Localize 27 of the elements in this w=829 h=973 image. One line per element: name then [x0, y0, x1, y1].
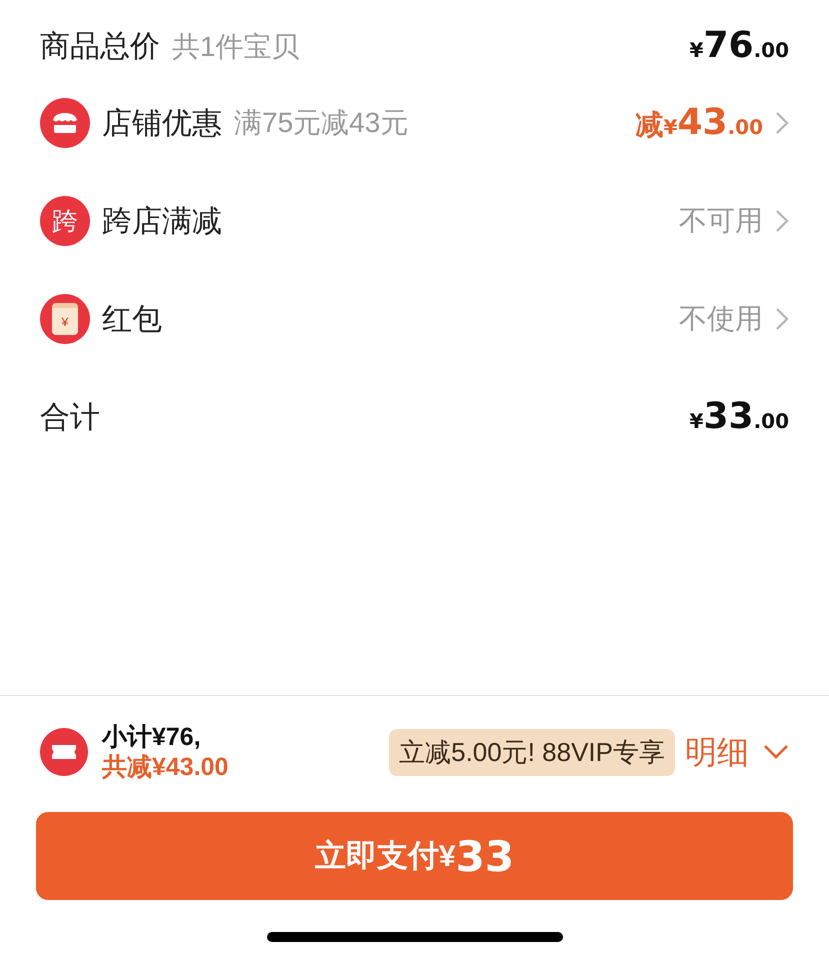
discount-row[interactable]: 跨 跨店满减 不可用 — [40, 172, 789, 270]
price: ¥33.00 — [690, 395, 789, 439]
row-label: 跨店满减 — [102, 204, 222, 240]
envelope-icon: ¥ — [40, 294, 90, 344]
discount-row[interactable]: 店铺优惠 满75元减43元 减¥43.00 — [40, 74, 789, 172]
shop-icon — [40, 98, 90, 148]
discount-row[interactable]: ¥ 红包 不使用 — [40, 270, 789, 368]
chevron-right-icon — [775, 111, 789, 135]
chevron-down-icon — [763, 744, 789, 760]
discount-prefix: 减 — [636, 108, 664, 142]
price: ¥43.00 — [664, 101, 763, 145]
total-label: 合计 — [40, 400, 100, 436]
chevron-right-icon — [775, 209, 789, 233]
total-discount: 共减¥43.00 — [102, 752, 228, 782]
ticket-icon — [40, 728, 88, 776]
row-label: 店铺优惠 — [102, 106, 222, 142]
row-value: 不可用 — [679, 204, 763, 238]
cross-store-icon: 跨 — [40, 196, 90, 246]
summary-label: 商品总价 — [40, 28, 160, 64]
row-value: 不使用 — [679, 302, 763, 336]
row-note: 满75元减43元 — [234, 106, 408, 140]
price: ¥76.00 — [690, 24, 789, 68]
row-label: 红包 — [102, 302, 162, 338]
subtotal: 小计¥76, — [102, 722, 202, 752]
chevron-right-icon — [775, 307, 789, 331]
vip-promo-badge: 立减5.00元! 88VIP专享 — [389, 728, 675, 776]
item-count: 共1件宝贝 — [172, 30, 300, 64]
